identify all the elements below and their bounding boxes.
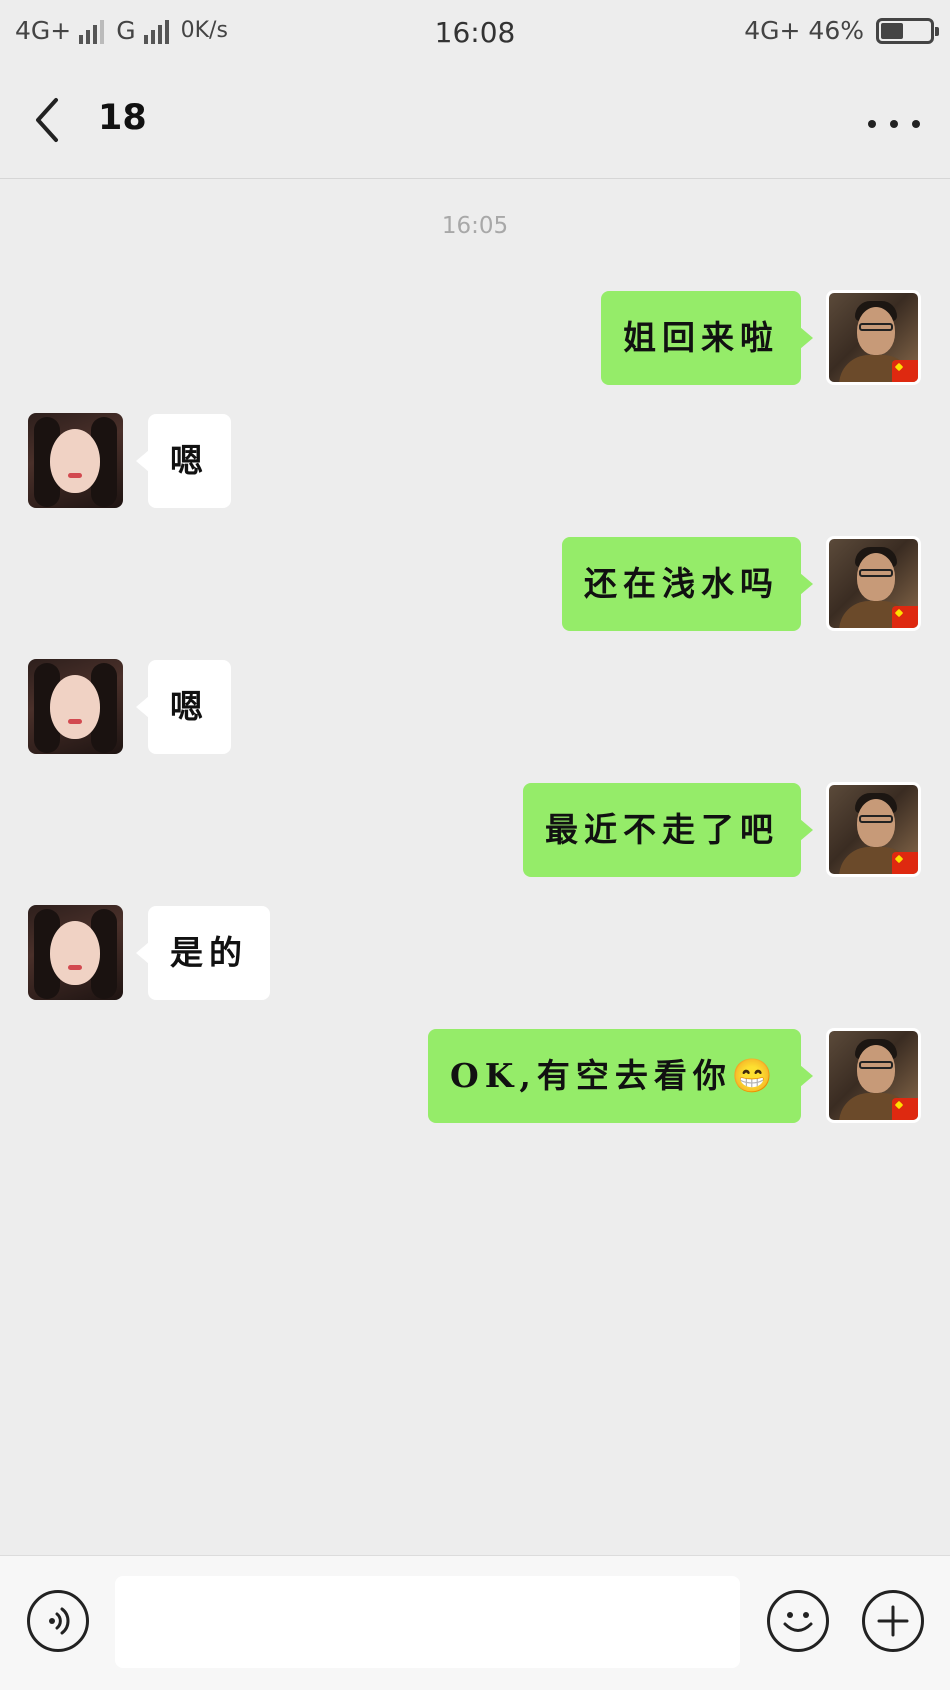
message-row: 是的	[0, 905, 950, 1001]
avatar[interactable]	[28, 905, 123, 1000]
message-row: 姐回来啦	[0, 290, 950, 386]
chevron-left-icon	[36, 98, 58, 142]
avatar[interactable]	[826, 1028, 921, 1123]
more-button[interactable]	[868, 104, 920, 144]
emoji-icon	[783, 1612, 813, 1632]
message-input[interactable]	[115, 1576, 740, 1668]
chat-header: 18	[0, 64, 950, 179]
plus-icon	[877, 1605, 909, 1637]
flag-icon	[892, 852, 918, 874]
plus-button[interactable]	[862, 1590, 924, 1652]
flag-icon	[892, 360, 918, 382]
message-row: 嗯	[0, 413, 950, 509]
network-label-right: 4G+	[744, 16, 801, 45]
avatar[interactable]	[28, 659, 123, 754]
message-row: OK,有空去看你😁	[0, 1028, 950, 1124]
back-button[interactable]	[28, 94, 68, 146]
message-bubble-self[interactable]: 还在浅水吗	[562, 537, 813, 631]
voice-icon	[49, 1607, 70, 1635]
message-bubble-self[interactable]: OK,有空去看你😁	[427, 1029, 814, 1123]
message-bubble-self[interactable]: 最近不走了吧	[523, 783, 813, 877]
chat-title: 18	[98, 98, 147, 138]
flag-icon	[892, 606, 918, 628]
avatar[interactable]	[826, 290, 921, 385]
message-row: 还在浅水吗	[0, 536, 950, 632]
status-right: 4G+ 46%	[744, 16, 939, 45]
message-list[interactable]: 16:05 姐回来啦 嗯 还在浅水吗 嗯 最近不走了吧 是的 OK,有空去看你😁	[0, 179, 950, 1555]
flag-icon	[892, 1098, 918, 1120]
message-bubble-other[interactable]: 是的	[136, 906, 270, 1000]
message-bubble-self[interactable]: 姐回来啦	[601, 291, 813, 385]
avatar[interactable]	[826, 782, 921, 877]
voice-button[interactable]	[27, 1590, 89, 1652]
more-dots-icon	[868, 120, 876, 128]
message-timestamp: 16:05	[441, 213, 509, 239]
message-bubble-other[interactable]: 嗯	[136, 414, 231, 508]
message-bubble-other[interactable]: 嗯	[136, 660, 231, 754]
avatar[interactable]	[826, 536, 921, 631]
input-bar	[0, 1555, 950, 1690]
battery-percent: 46%	[808, 16, 864, 45]
status-bar: 4G+ G 0K/s 16:08 4G+ 46%	[0, 0, 950, 64]
emoji-button[interactable]	[767, 1590, 829, 1652]
message-row: 嗯	[0, 659, 950, 755]
message-row: 最近不走了吧	[0, 782, 950, 878]
battery-icon	[876, 17, 939, 44]
avatar[interactable]	[28, 413, 123, 508]
